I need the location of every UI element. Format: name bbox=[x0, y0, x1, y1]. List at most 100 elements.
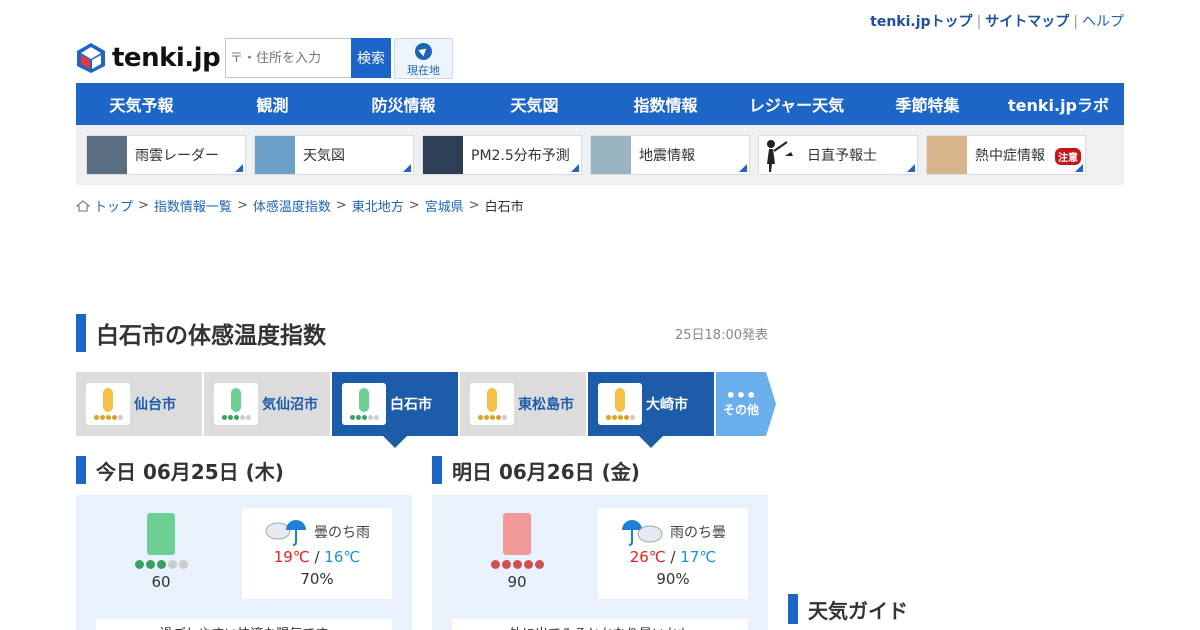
cloudy-then-rain-icon bbox=[265, 520, 306, 546]
current-location-button[interactable]: 現在地 bbox=[394, 38, 453, 79]
city-tab-label: 白石市 bbox=[390, 397, 432, 413]
tomorrow-precip: 90% bbox=[656, 570, 690, 588]
crumb-current: 白石市 bbox=[484, 200, 524, 215]
link-help[interactable]: ヘルプ bbox=[1082, 14, 1124, 30]
tomorrow-index: 90 bbox=[487, 513, 547, 591]
link-sitemap[interactable]: サイトマップ bbox=[985, 14, 1069, 30]
today-panel: 60 曇のち雨 19℃ / 16℃ 70% 過ごしやすい快適な陽気です bbox=[76, 495, 412, 630]
link-tenki-top[interactable]: tenki.jpトップ bbox=[870, 14, 972, 30]
quick-links: 雨雲レーダー 天気図 PM2.5分布予測 地震情報 日直予報士 熱中症情報 注意 bbox=[76, 125, 1124, 185]
quick-rain-radar[interactable]: 雨雲レーダー bbox=[86, 135, 246, 175]
logo-icon bbox=[77, 43, 105, 73]
forecaster-thumbnail bbox=[759, 136, 799, 174]
quick-forecaster[interactable]: 日直予報士 bbox=[758, 135, 918, 175]
quick-weather-map[interactable]: 天気図 bbox=[254, 135, 414, 175]
tomorrow-index-value: 90 bbox=[507, 573, 527, 591]
current-location-label: 現在地 bbox=[407, 64, 440, 77]
city-tab[interactable]: 東松島市 bbox=[460, 372, 586, 436]
tomorrow-section: 明日 06月26日 (金) 90 雨のち曇 26℃ / 17℃ 90% 外に出て… bbox=[432, 456, 768, 630]
city-tab[interactable]: 仙台市 bbox=[76, 372, 202, 436]
title-accent bbox=[76, 314, 86, 352]
pm25-thumbnail bbox=[423, 136, 463, 174]
search-form: 検索 bbox=[225, 38, 391, 78]
thermometer-icon bbox=[214, 383, 258, 425]
nav-item-seasonal[interactable]: 季節特集 bbox=[862, 83, 993, 125]
nav-item-indexes[interactable]: 指数情報 bbox=[600, 83, 731, 125]
page: tenki.jpトップ|サイトマップ|ヘルプ tenki.jp 検索 現在地 天… bbox=[0, 0, 1200, 630]
tomorrow-comment: 外に出てみるとかなり暑いかも bbox=[452, 619, 748, 630]
city-tab[interactable]: 白石市 bbox=[332, 372, 458, 448]
crumb-tohoku[interactable]: 東北地方 bbox=[352, 196, 404, 215]
logo-text: tenki.jp bbox=[112, 43, 221, 73]
today-comment: 過ごしやすい快適な陽気です bbox=[96, 619, 392, 630]
today-telop: 曇のち雨 bbox=[314, 525, 370, 541]
today-precip: 70% bbox=[300, 570, 334, 588]
section-accent bbox=[788, 594, 798, 624]
more-cities-button[interactable]: ••• その他 bbox=[716, 372, 776, 436]
nav-item-forecast[interactable]: 天気予報 bbox=[76, 83, 207, 125]
page-title-bar: 白石市の体感温度指数 25日18:00発表 bbox=[76, 314, 768, 352]
today-low: 16℃ bbox=[324, 548, 361, 566]
quick-pm25[interactable]: PM2.5分布予測 bbox=[422, 135, 582, 175]
search-button[interactable]: 検索 bbox=[351, 38, 391, 78]
rain-then-cloudy-icon bbox=[622, 520, 663, 546]
thermometer-icon bbox=[598, 383, 642, 425]
quick-label: PM2.5分布予測 bbox=[471, 148, 570, 164]
section-accent bbox=[76, 456, 86, 484]
published-time: 25日18:00発表 bbox=[674, 327, 768, 343]
tomorrow-weather: 雨のち曇 26℃ / 17℃ 90% bbox=[598, 508, 748, 599]
quick-label: 日直予報士 bbox=[807, 148, 877, 164]
nav-item-lab[interactable]: tenki.jpラボ bbox=[993, 83, 1124, 125]
crumb-miyagi[interactable]: 宮城県 bbox=[425, 196, 464, 215]
city-tab[interactable]: 大崎市 bbox=[588, 372, 714, 448]
thermometer-icon bbox=[342, 383, 386, 425]
tomorrow-high: 26℃ bbox=[629, 548, 666, 566]
warning-badge: 注意 bbox=[1055, 148, 1081, 165]
tomorrow-telop: 雨のち曇 bbox=[670, 525, 726, 541]
earthquake-thumbnail bbox=[591, 136, 631, 174]
crumb-index-list[interactable]: 指数情報一覧 bbox=[154, 196, 232, 215]
quick-label: 熱中症情報 bbox=[975, 148, 1045, 164]
today-weather: 曇のち雨 19℃ / 16℃ 70% bbox=[242, 508, 392, 599]
nav-item-weather-map[interactable]: 天気図 bbox=[469, 83, 600, 125]
nav-item-leisure[interactable]: レジャー天気 bbox=[731, 83, 862, 125]
quick-earthquake[interactable]: 地震情報 bbox=[590, 135, 750, 175]
search-input[interactable] bbox=[225, 38, 351, 78]
quick-label: 地震情報 bbox=[639, 148, 695, 164]
weather-guide-header: 天気ガイド bbox=[788, 594, 908, 624]
city-tabs: 仙台市 気仙沼市 白石市 東松島市 大崎市 ••• その他 bbox=[76, 372, 776, 448]
site-logo[interactable]: tenki.jp bbox=[76, 42, 221, 74]
quick-label: 雨雲レーダー bbox=[135, 148, 219, 164]
tomorrow-panel: 90 雨のち曇 26℃ / 17℃ 90% 外に出てみるとかなり暑いかも bbox=[432, 495, 768, 630]
today-section: 今日 06月25日 (木) 60 曇のち雨 19℃ / 16℃ 70% 過ごしや… bbox=[76, 456, 412, 630]
city-tab-label: 大崎市 bbox=[646, 397, 688, 413]
section-accent bbox=[432, 456, 442, 484]
thermometer-icon bbox=[503, 513, 531, 555]
index-level-dots bbox=[131, 560, 191, 569]
index-level-dots bbox=[487, 560, 547, 569]
breadcrumb: トップ > 指数情報一覧 > 体感温度指数 > 東北地方 > 宮城県 > 白石市 bbox=[76, 196, 524, 215]
radar-thumbnail bbox=[87, 136, 127, 174]
today-index-value: 60 bbox=[151, 573, 171, 591]
quick-label: 天気図 bbox=[303, 148, 345, 164]
city-tab-label: 仙台市 bbox=[134, 397, 176, 413]
location-arrow-icon bbox=[415, 43, 432, 60]
tomorrow-heading: 明日 06月26日 (金) bbox=[452, 459, 640, 484]
nav-item-observation[interactable]: 観測 bbox=[207, 83, 338, 125]
city-tab[interactable]: 気仙沼市 bbox=[204, 372, 330, 436]
top-links: tenki.jpトップ | サイトマップ | ヘルプ bbox=[870, 14, 1124, 30]
city-tab-label: 気仙沼市 bbox=[262, 397, 318, 413]
crumb-feel-temp[interactable]: 体感温度指数 bbox=[253, 196, 331, 215]
today-heading: 今日 06月25日 (木) bbox=[96, 459, 284, 484]
quick-heatstroke[interactable]: 熱中症情報 注意 bbox=[926, 135, 1086, 175]
thermometer-icon bbox=[86, 383, 130, 425]
main-nav: 天気予報 観測 防災情報 天気図 指数情報 レジャー天気 季節特集 tenki.… bbox=[76, 83, 1124, 125]
page-title: 白石市の体感温度指数 bbox=[96, 323, 326, 349]
today-high: 19℃ bbox=[273, 548, 310, 566]
thermometer-icon bbox=[147, 513, 175, 555]
nav-item-disaster[interactable]: 防災情報 bbox=[338, 83, 469, 125]
more-dots-icon: ••• bbox=[725, 385, 757, 405]
city-tab-label: 東松島市 bbox=[518, 397, 574, 413]
crumb-top[interactable]: トップ bbox=[94, 196, 133, 215]
thermometer-icon bbox=[470, 383, 514, 425]
